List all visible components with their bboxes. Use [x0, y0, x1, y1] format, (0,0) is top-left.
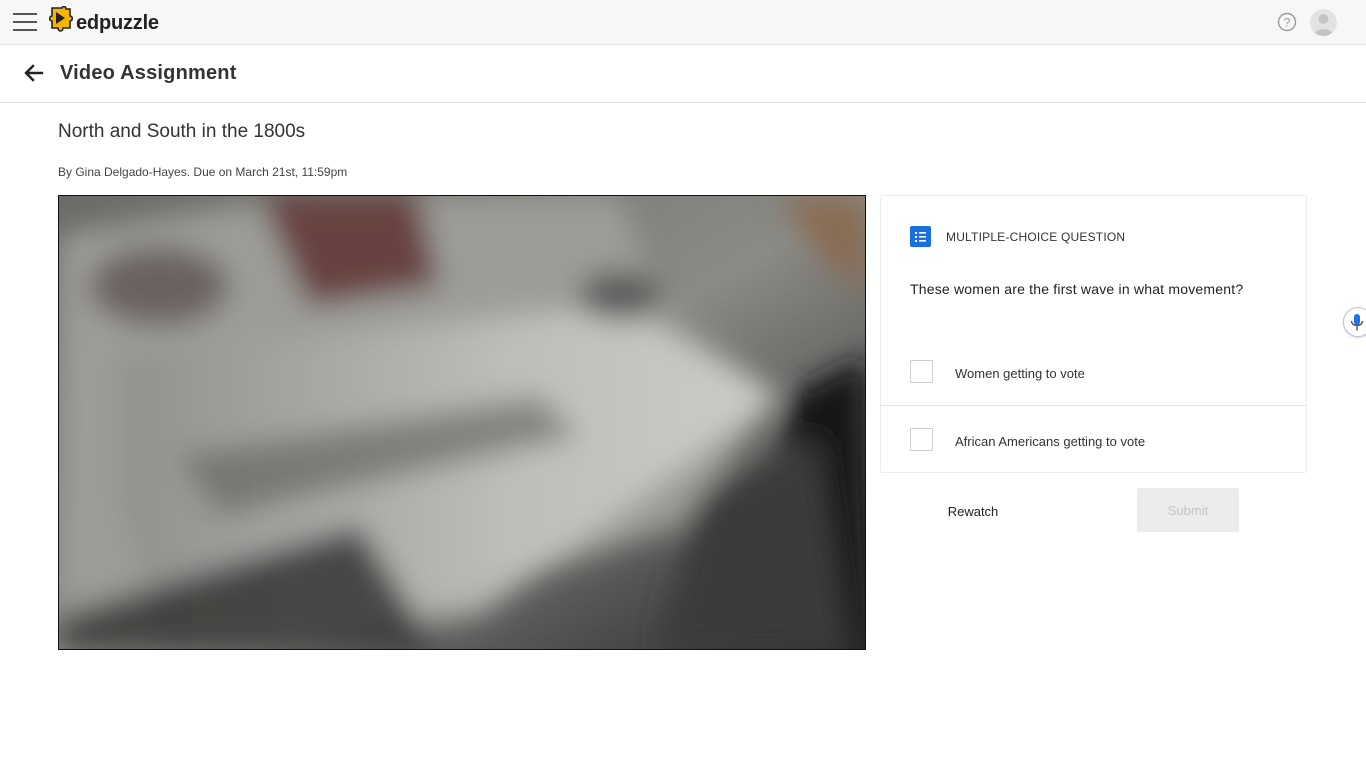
- top-navigation-bar: edpuzzle ?: [0, 0, 1366, 45]
- question-type-label: MULTIPLE-CHOICE QUESTION: [946, 230, 1126, 244]
- rewatch-button[interactable]: Rewatch: [930, 497, 1016, 525]
- edpuzzle-logo[interactable]: edpuzzle: [48, 5, 159, 41]
- answer-option-label: Women getting to vote: [955, 366, 1085, 381]
- answer-checkbox[interactable]: [910, 428, 933, 451]
- answer-checkbox[interactable]: [910, 360, 933, 383]
- answer-option[interactable]: African Americans getting to vote: [881, 406, 1306, 474]
- page-title: Video Assignment: [60, 62, 237, 84]
- microphone-icon[interactable]: [1343, 307, 1366, 337]
- question-text: These women are the first wave in what m…: [910, 281, 1244, 297]
- page-header: Video Assignment: [0, 45, 1366, 103]
- assignment-title: North and South in the 1800s: [58, 121, 306, 142]
- puzzle-logo-icon: [48, 5, 74, 41]
- video-frame-image: [59, 196, 865, 649]
- question-card: MULTIPLE-CHOICE QUESTION These women are…: [880, 195, 1307, 473]
- hamburger-icon[interactable]: [13, 12, 37, 32]
- answer-option-label: African Americans getting to vote: [955, 434, 1146, 449]
- assignment-meta: By Gina Delgado-Hayes. Due on March 21st…: [58, 165, 348, 179]
- video-player[interactable]: [58, 195, 866, 650]
- arrow-left-icon[interactable]: [23, 62, 45, 84]
- submit-button[interactable]: Submit: [1137, 488, 1239, 532]
- svg-text:?: ?: [1284, 16, 1291, 30]
- user-avatar-icon[interactable]: [1310, 9, 1337, 36]
- answer-option[interactable]: Women getting to vote: [881, 338, 1306, 406]
- question-circle-icon[interactable]: ?: [1277, 12, 1297, 32]
- logo-text: edpuzzle: [76, 11, 159, 34]
- checklist-icon: [910, 226, 931, 247]
